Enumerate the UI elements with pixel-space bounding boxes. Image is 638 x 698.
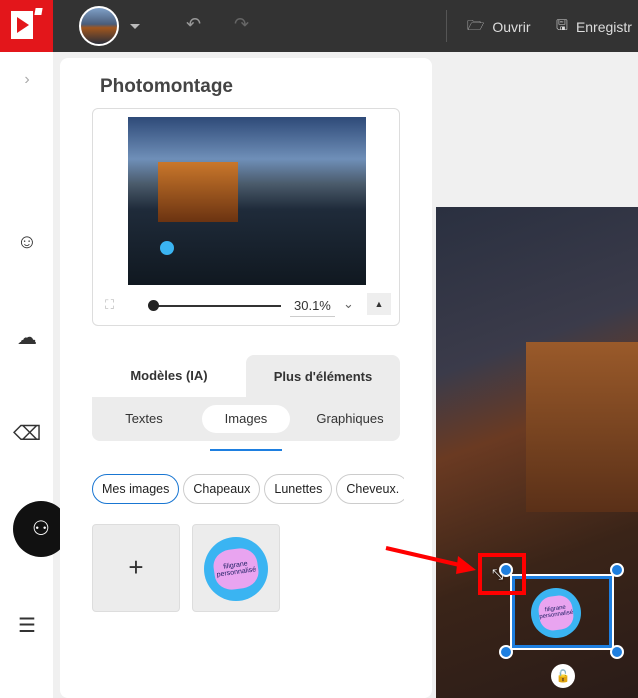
photomontage-panel: Photomontage ⛶ 30.1% ⌄ ▲ Modèles (IA) Pl… [60,58,432,698]
watermark-thumbnail [160,241,174,255]
top-bar: ↶ ↷ 🗁 Ouvrir 🖫 Enregistr [0,0,638,52]
add-image-button[interactable]: + [92,524,180,612]
project-thumbnail[interactable] [79,6,119,46]
chevron-down-icon[interactable] [130,24,140,29]
chip-hair[interactable]: Cheveux. [336,474,404,504]
resize-handle-top-right[interactable] [610,563,624,577]
resize-handle-bottom-left[interactable] [499,645,513,659]
subtabs: Textes Images Graphiques [92,397,400,451]
zoom-slider[interactable] [153,305,281,307]
eraser-icon[interactable]: ⌫ [13,420,41,448]
divider [446,10,447,42]
left-sidebar: › ☺ ☁ ⌫ ☰ [0,52,53,698]
weather-icon[interactable]: ☁ [13,324,41,352]
panel-title: Photomontage [100,76,233,97]
preview-box: ⛶ 30.1% ⌄ ▲ [92,108,400,326]
save-button[interactable]: 🖫 Enregistr [556,15,632,39]
chip-glasses[interactable]: Lunettes [264,474,333,504]
tabs: Modèles (IA) Plus d'éléments Textes Imag… [92,355,400,451]
zoom-slider-handle[interactable] [148,300,159,311]
category-chips: Mes images Chapeaux Lunettes Cheveux. [92,474,404,504]
undo-icon[interactable]: ↶ [186,14,201,35]
save-icon: 🖫 [556,17,568,33]
chevron-down-icon[interactable]: ⌄ [343,296,354,312]
fit-icon[interactable]: ⛶ [105,297,114,313]
tab-models-ai[interactable]: Modèles (IA) [92,355,246,397]
subtab-images[interactable]: Images [202,405,290,433]
resize-cursor-icon: ⤡ [492,566,504,582]
app-logo[interactable] [0,0,53,52]
zoom-value[interactable]: 30.1% [290,298,335,317]
subtab-graphics[interactable]: Graphiques [308,405,392,433]
tab-more-elements[interactable]: Plus d'éléments [246,355,400,399]
image-tile-watermark[interactable]: filigrane personnalisé [192,524,280,612]
folder-icon: 🗁 [467,17,485,33]
open-button[interactable]: 🗁 Ouvrir [467,15,531,39]
preview-image [128,117,366,285]
zoom-controls: ⛶ 30.1% ⌄ ▲ [105,293,395,317]
subtab-texts[interactable]: Textes [106,405,182,433]
sliders-icon[interactable]: ☰ [13,612,41,640]
chevron-right-icon[interactable]: › [13,66,41,94]
selection-box[interactable] [510,574,614,650]
redo-icon[interactable]: ↷ [234,14,249,35]
chip-hats[interactable]: Chapeaux [183,474,261,504]
unlock-icon[interactable]: 🔓 [551,664,575,688]
chip-my-images[interactable]: Mes images [92,474,180,504]
collapse-up-button[interactable]: ▲ [367,293,391,315]
resize-handle-bottom-right[interactable] [610,645,624,659]
portrait-icon[interactable]: ☺ [13,228,41,256]
active-tab-indicator [210,449,282,451]
red-arrow-icon [385,546,476,574]
